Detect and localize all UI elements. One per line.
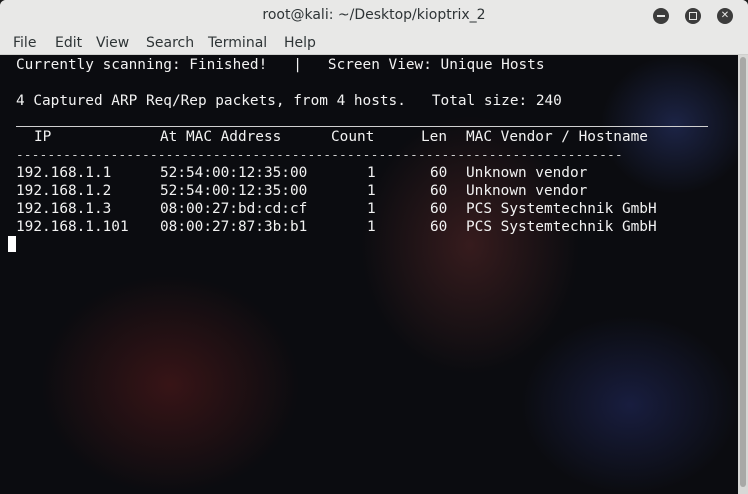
menu-terminal[interactable]: Terminal	[208, 35, 267, 51]
row-mac: 08:00:27:bd:cd:cf	[160, 201, 308, 217]
wallpaper-glow	[40, 275, 300, 494]
wallpaper-glow	[600, 55, 738, 195]
row-len: 60	[430, 219, 448, 235]
header-count: Count	[331, 129, 375, 145]
row-vendor: PCS Systemtechnik GmbH	[466, 219, 657, 235]
row-ip: 192.168.1.1	[16, 165, 112, 181]
row-mac: 52:54:00:12:35:00	[160, 165, 308, 181]
wallpaper-glow	[520, 315, 738, 494]
row-ip: 192.168.1.2	[16, 183, 112, 199]
dash-separator: ----------------------------------------…	[16, 147, 623, 162]
scrollbar[interactable]	[738, 55, 748, 494]
menu-edit[interactable]: Edit	[55, 35, 82, 51]
row-len: 60	[430, 201, 448, 217]
terminal-window: root@kali: ~/Desktop/kioptrix_2 ✕ File E…	[0, 0, 748, 494]
close-icon: ✕	[720, 10, 730, 21]
row-vendor: Unknown vendor	[466, 183, 588, 199]
row-vendor: PCS Systemtechnik GmbH	[466, 201, 657, 217]
status-line: Currently scanning: Finished! | Screen V…	[16, 57, 545, 73]
text-cursor	[8, 236, 16, 252]
menu-view[interactable]: View	[96, 35, 129, 51]
close-button[interactable]: ✕	[717, 8, 733, 24]
header-ip: IP	[34, 129, 52, 145]
row-ip: 192.168.1.3	[16, 201, 112, 217]
row-count: 1	[367, 183, 376, 199]
scrollbar-thumb[interactable]	[740, 57, 746, 487]
row-ip: 192.168.1.101	[16, 219, 129, 235]
header-len: Len	[421, 129, 447, 145]
menu-bar: File Edit View Search Terminal Help	[0, 32, 748, 55]
minimize-icon	[657, 15, 665, 17]
header-separator	[16, 126, 708, 127]
maximize-button[interactable]	[685, 8, 701, 24]
header-mac: At MAC Address	[160, 129, 282, 145]
row-vendor: Unknown vendor	[466, 165, 588, 181]
minimize-button[interactable]	[653, 8, 669, 24]
row-mac: 52:54:00:12:35:00	[160, 183, 308, 199]
row-mac: 08:00:27:87:3b:b1	[160, 219, 308, 235]
title-bar[interactable]: root@kali: ~/Desktop/kioptrix_2 ✕	[0, 0, 748, 32]
row-len: 60	[430, 183, 448, 199]
menu-search[interactable]: Search	[146, 35, 194, 51]
row-count: 1	[367, 201, 376, 217]
row-count: 1	[367, 219, 376, 235]
header-vendor: MAC Vendor / Hostname	[466, 129, 648, 145]
summary-line: 4 Captured ARP Req/Rep packets, from 4 h…	[16, 93, 562, 109]
row-len: 60	[430, 165, 448, 181]
menu-help[interactable]: Help	[284, 35, 316, 51]
menu-file[interactable]: File	[13, 35, 36, 51]
maximize-icon	[689, 12, 697, 20]
window-title: root@kali: ~/Desktop/kioptrix_2	[262, 7, 486, 23]
row-count: 1	[367, 165, 376, 181]
terminal-area[interactable]: Currently scanning: Finished! | Screen V…	[0, 55, 738, 494]
